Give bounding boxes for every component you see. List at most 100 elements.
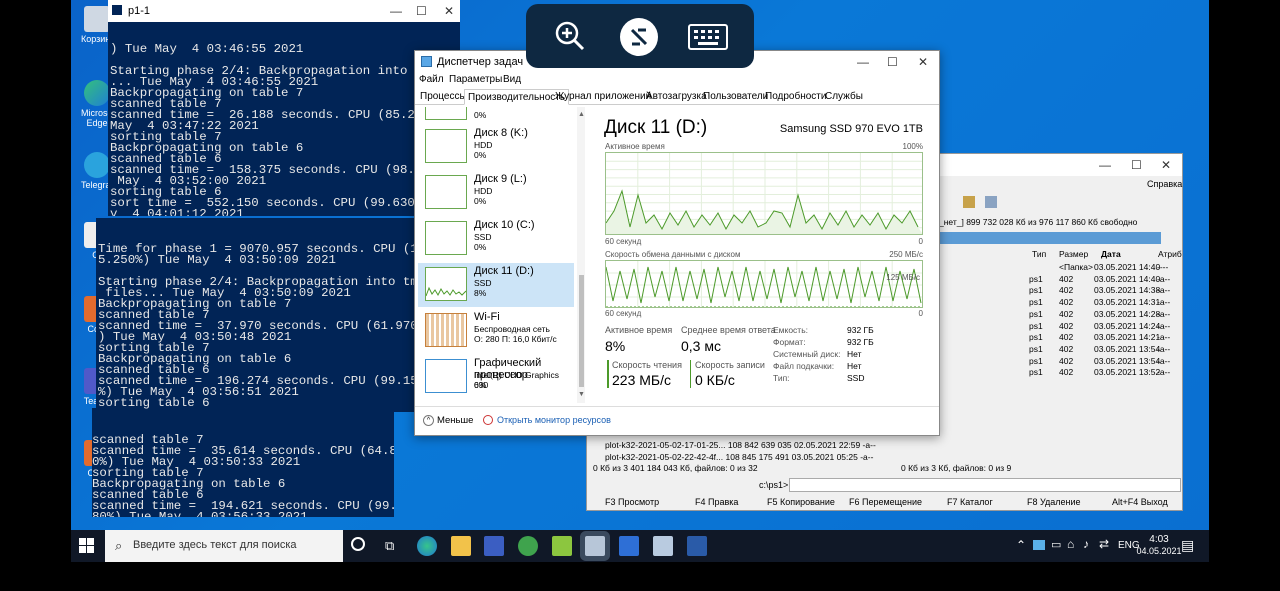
remote-connection-icon[interactable] [620,18,658,56]
tray-chevron-icon[interactable]: ⌃ [1016,538,1026,552]
fm-cell[interactable]: -a-- [1157,367,1170,377]
notifications-icon[interactable]: ▤ [1181,537,1194,554]
function-key-button[interactable]: Alt+F4 Выход [1112,497,1168,507]
task-view-icon[interactable]: ⧉ [385,538,394,554]
fm-left-file-1[interactable]: plot-k32-2021-05-02-17-01-25... 108 842 … [605,440,876,450]
fm-cell[interactable]: ps1 [1029,356,1043,366]
tab-services[interactable]: Службы [822,89,866,105]
col-type[interactable]: Тип [1032,249,1046,259]
function-key-button[interactable]: F6 Перемещение [849,497,922,507]
fm-left-file-2[interactable]: plot-k32-2021-05-02-22-42-4f... 108 845 … [605,452,873,462]
fm-cell[interactable]: ps1 [1029,344,1043,354]
powershell-taskbar-icon[interactable] [687,536,707,556]
tm-device-list[interactable]: 0% Диск 8 (K:) HDD 0% Диск 9 (L:) HDD 0% Диск … [415,107,589,403]
fm-cell[interactable]: ps1 [1029,309,1043,319]
start-button[interactable] [79,538,95,554]
fm-cell[interactable]: 402 [1059,356,1073,366]
fm-cell[interactable]: ps1 [1029,321,1043,331]
device-item[interactable]: Графический процессор Intel(R) UHD Graphi… [418,355,574,399]
fm-cell[interactable]: 402 [1059,321,1073,331]
fm-cell[interactable]: 402 [1059,285,1073,295]
fm-minimize-button[interactable]: — [1099,158,1111,172]
fewer-details-icon[interactable]: ^ [423,415,434,426]
clock-date[interactable]: 04.05.2021 [1131,546,1187,556]
tab-processes[interactable]: Процессы [417,89,470,105]
remote-app-taskbar-icon[interactable] [585,536,605,556]
fm-cell[interactable]: 03.05.2021 14:40 [1094,262,1160,272]
device-item[interactable]: Диск 9 (L:) HDD 0% [418,171,574,215]
fm-cell[interactable]: 03.05.2021 14:31 [1094,297,1160,307]
window-app-taskbar-icon[interactable] [619,536,639,556]
terminal-1-titlebar[interactable]: p1-1 — ☐ ✕ [108,0,460,22]
menu-options[interactable]: Параметры [449,74,502,85]
fm-cell[interactable]: 03.05.2021 13:52 [1094,367,1160,377]
clock-time[interactable]: 4:03 [1139,534,1179,545]
fm-cell[interactable]: -a-- [1157,321,1170,331]
tab-app-history[interactable]: Журнал приложений [552,89,654,105]
fm-close-button[interactable]: ✕ [1161,158,1171,172]
terminal-window-3[interactable]: scanned table 7 scanned time = 35.614 sec… [92,408,394,517]
function-key-button[interactable]: F7 Каталог [947,497,993,507]
menu-view[interactable]: Вид [503,74,521,85]
notepad-taskbar-icon[interactable] [552,536,572,556]
fm-toolbar-icon-2[interactable] [985,196,997,208]
menu-file[interactable]: Файл [419,74,444,85]
maximize-button[interactable]: ☐ [416,4,427,18]
function-key-button[interactable]: F3 Просмотр [605,497,659,507]
fm-toolbar-icon[interactable] [963,196,975,208]
fm-cell[interactable]: 03.05.2021 14:38 [1094,285,1160,295]
col-date[interactable]: Дата [1101,249,1121,259]
volume-icon[interactable]: ♪ [1083,537,1089,551]
search-box[interactable]: ⌕ Введите здесь текст для поиска [105,530,343,562]
task-manager-window[interactable]: Диспетчер задач — ☐ ✕ Файл Параметры Вид… [414,50,940,436]
scrollbar-thumb[interactable] [579,275,584,387]
file-app-taskbar-icon[interactable] [653,536,673,556]
tm-minimize-button[interactable]: — [857,55,869,69]
fm-cell[interactable]: ps1 [1029,297,1043,307]
fewer-details-button[interactable]: Меньше [437,415,473,426]
fm-cell[interactable]: ps1 [1029,285,1043,295]
fm-cell[interactable]: -a-- [1157,332,1170,342]
tab-users[interactable]: Пользователи [700,89,771,105]
fm-cell[interactable]: -a-- [1157,356,1170,366]
network-icon[interactable]: ⌂ [1067,537,1074,551]
tray-icon-5[interactable]: ⇄ [1099,537,1109,551]
function-key-button[interactable]: F4 Правка [695,497,738,507]
function-key-button[interactable]: F5 Копирование [767,497,835,507]
fm-menu-help[interactable]: Справка [1147,179,1182,189]
fm-cell[interactable]: 402 [1059,309,1073,319]
fm-cell[interactable]: ps1 [1029,332,1043,342]
fm-cell[interactable]: 402 [1059,274,1073,284]
fm-cell[interactable]: -a-- [1157,344,1170,354]
function-key-button[interactable]: F8 Удаление [1027,497,1081,507]
device-item[interactable]: Wi-Fi Беспроводная сеть О: 280 П: 16,0 Кби… [418,309,574,353]
fm-cell[interactable]: -a-- [1157,297,1170,307]
tm-close-button[interactable]: ✕ [918,55,928,69]
tray-app-icon[interactable] [1033,540,1045,550]
fm-cell[interactable]: 402 [1059,367,1073,377]
terminal-window-2[interactable]: Time for phase 1 = 9070.957 seconds. CPU… [96,218,416,412]
keyboard-icon[interactable] [688,24,728,50]
save-app-taskbar-icon[interactable] [484,536,504,556]
fm-cell[interactable]: -a-- [1157,285,1170,295]
fm-cell[interactable]: 03.05.2021 13:54 [1094,356,1160,366]
zoom-in-icon[interactable] [554,20,586,52]
fm-cell[interactable]: ps1 [1029,367,1043,377]
fm-cell[interactable]: 03.05.2021 14:40 [1094,274,1160,284]
fm-cell[interactable]: -a-- [1157,309,1170,319]
minimize-button[interactable]: — [390,4,402,18]
terminal-window-1[interactable]: ) Tue May 4 03:46:55 2021 Starting phase… [108,0,460,216]
col-size[interactable]: Размер [1059,249,1088,259]
leaf-app-taskbar-icon[interactable] [518,536,538,556]
fm-cell[interactable]: 03.05.2021 13:54 [1094,344,1160,354]
device-list-scrollbar[interactable]: ▲ ▼ [577,107,585,403]
fm-cell[interactable]: ---- [1157,262,1168,272]
fm-cell[interactable]: ps1 [1029,274,1043,284]
close-button[interactable]: ✕ [444,4,454,18]
fm-cell[interactable]: 402 [1059,332,1073,342]
col-attr[interactable]: Атриб [1158,249,1182,259]
tab-details[interactable]: Подробности [762,89,829,105]
fm-cell[interactable]: 03.05.2021 14:21 [1094,332,1160,342]
fm-cell[interactable]: 03.05.2021 14:28 [1094,309,1160,319]
resource-monitor-link[interactable]: Открыть монитор ресурсов [497,415,611,425]
